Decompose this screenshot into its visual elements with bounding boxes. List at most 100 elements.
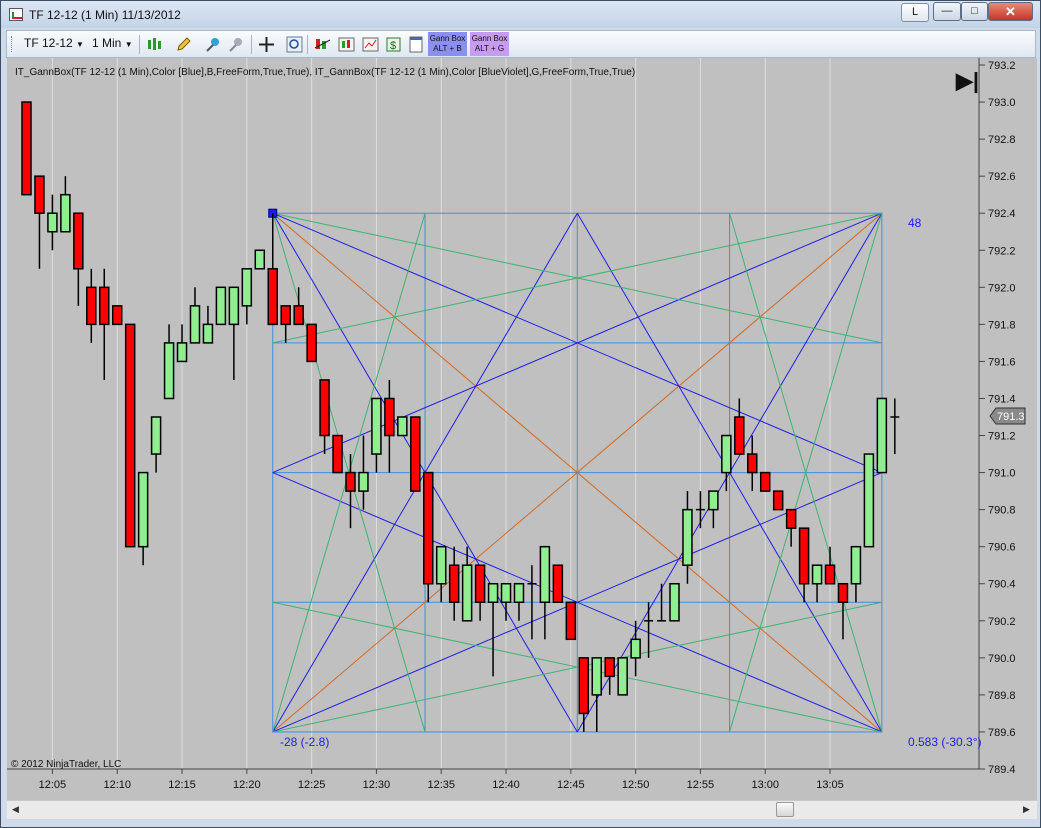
zoom-out-icon[interactable] <box>228 36 245 53</box>
candle <box>124 323 136 548</box>
chart-properties-icon[interactable] <box>362 36 379 53</box>
candle-body <box>500 582 512 604</box>
candle <box>772 490 784 511</box>
gann-box-g-label: Gann Box <box>471 34 508 43</box>
x-tick-label: 13:00 <box>751 779 779 791</box>
candle-body <box>487 582 499 604</box>
y-tick-label: 790.2 <box>988 616 1016 628</box>
candle-body <box>111 305 123 326</box>
gann-box-g-button[interactable]: Gann Box ALT + G <box>470 32 509 56</box>
bar-type-icon[interactable] <box>146 36 163 53</box>
minimize-button[interactable]: — <box>933 2 961 21</box>
drawing-pencil-icon[interactable] <box>175 36 192 53</box>
close-button[interactable]: ✕ <box>988 2 1033 21</box>
scrollbar-thumb[interactable] <box>776 802 794 817</box>
candle-body <box>345 471 356 492</box>
chevron-down-icon: ▼ <box>124 40 133 49</box>
candle-body <box>215 286 227 326</box>
scroll-right-icon[interactable]: ▶ <box>1023 804 1030 815</box>
candle <box>617 657 628 696</box>
candle <box>669 582 680 622</box>
candle-body <box>811 564 823 585</box>
dollar-icon[interactable]: $ <box>385 36 402 53</box>
y-tick-label: 791.2 <box>988 431 1016 443</box>
candle-body <box>669 582 680 622</box>
x-tick-label: 12:25 <box>298 779 326 791</box>
y-tick-label: 793.2 <box>988 60 1016 72</box>
y-tick-label: 792.0 <box>988 282 1016 294</box>
crosshair-icon[interactable] <box>258 36 275 53</box>
chevron-down-icon: ▼ <box>76 40 84 49</box>
gann-box-b-label: Gann Box <box>429 34 466 43</box>
candle-body <box>682 508 693 566</box>
y-tick-label: 791.6 <box>988 356 1016 368</box>
chart-window: TF 12-12 (1 Min) 11/13/2012 L — □ ✕ TF 1… <box>0 0 1041 828</box>
candle-body <box>474 564 486 604</box>
candle <box>215 286 227 326</box>
toolbar-grip[interactable] <box>11 36 15 52</box>
candle-body <box>423 471 434 585</box>
gann-box-b-button[interactable]: Gann Box ALT + B <box>428 32 467 56</box>
maximize-button[interactable]: □ <box>961 2 988 21</box>
indicators-icon[interactable] <box>314 36 331 53</box>
candle <box>332 434 343 474</box>
candle-body <box>34 175 45 214</box>
link-button[interactable]: L <box>901 3 929 22</box>
y-tick-label: 790.4 <box>988 579 1016 591</box>
candle-body <box>21 101 32 196</box>
candle-body <box>863 453 875 548</box>
indicator-label: IT_GannBox(TF 12-12 (1 Min),Color [Blue]… <box>15 67 635 78</box>
candle-body <box>241 268 253 307</box>
gann-box-b-shortcut: ALT + B <box>433 44 462 53</box>
candle-body <box>850 545 862 585</box>
x-tick-label: 12:45 <box>557 779 585 791</box>
candle-body <box>630 638 641 659</box>
interval-dropdown[interactable]: 1 Min ▼ <box>92 36 133 50</box>
candle-body <box>785 508 797 529</box>
y-tick-label: 789.6 <box>988 727 1016 739</box>
candle-body <box>163 342 175 400</box>
candle-body <box>539 545 551 604</box>
x-tick-label: 12:55 <box>687 779 715 791</box>
candle-body <box>461 564 473 622</box>
y-tick-label: 792.4 <box>988 208 1016 220</box>
chart-panel[interactable]: 793.2 793.0 792.8 792.6 792.4 792.2 792.0 791.8… <box>7 58 1037 800</box>
y-tick-label: 791.0 <box>988 468 1016 480</box>
candle-body <box>384 397 395 437</box>
horizontal-scrollbar[interactable]: ◀ ▶ <box>7 800 1037 819</box>
candle-body <box>293 305 304 326</box>
candle-body <box>60 193 71 233</box>
candle <box>423 471 434 603</box>
x-tick-label: 12:50 <box>622 779 650 791</box>
data-box-icon[interactable] <box>408 36 425 53</box>
gann-label-top-right: 48 <box>908 216 922 230</box>
candle-body <box>565 601 577 641</box>
candle-body <box>332 434 343 474</box>
strategies-icon[interactable] <box>338 36 355 53</box>
y-tick-label: 792.2 <box>988 245 1016 257</box>
y-tick-label: 790.8 <box>988 505 1016 517</box>
candle-body <box>319 379 330 437</box>
x-tick-label: 12:20 <box>233 779 261 791</box>
candle-body <box>772 490 784 511</box>
candle-body <box>591 657 602 696</box>
candle <box>876 397 888 474</box>
candle-body <box>734 416 745 455</box>
candle-body <box>759 471 771 492</box>
instrument-label: TF 12-12 <box>24 36 73 50</box>
candle-body <box>747 453 758 474</box>
title-bar[interactable]: TF 12-12 (1 Min) 11/13/2012 L — □ ✕ <box>1 1 1040 28</box>
candle-body <box>137 471 149 548</box>
x-tick-label: 13:05 <box>816 779 844 791</box>
chart-toolbar: TF 12-12 ▼ 1 Min ▼ $ Gann Box ALT + B Ga… <box>6 30 1036 58</box>
y-tick-label: 789.8 <box>988 690 1016 702</box>
instrument-dropdown[interactable]: TF 12-12 ▼ <box>24 36 84 50</box>
zoom-in-icon[interactable] <box>205 36 222 53</box>
y-tick-label: 792.8 <box>988 134 1016 146</box>
window-title: TF 12-12 (1 Min) 11/13/2012 <box>29 8 181 22</box>
candle-body <box>708 490 719 511</box>
price-chart[interactable]: 793.2 793.0 792.8 792.6 792.4 792.2 792.0 791.8… <box>7 58 1037 800</box>
zoom-magnifier-icon[interactable] <box>286 36 303 53</box>
go-to-end-icon[interactable]: ▶| <box>955 68 979 93</box>
scroll-left-icon[interactable]: ◀ <box>12 804 19 815</box>
